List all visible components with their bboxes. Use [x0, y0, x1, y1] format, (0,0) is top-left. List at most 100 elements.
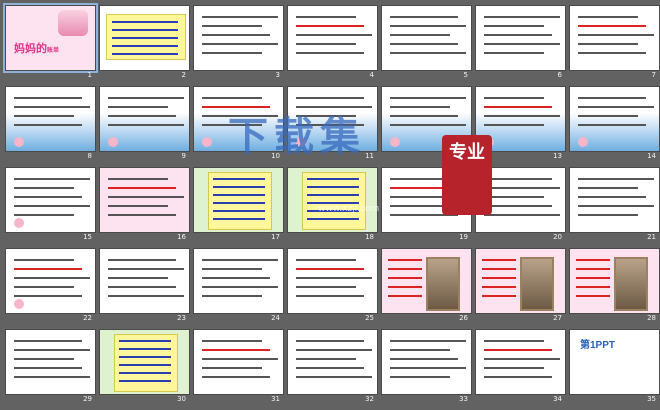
slide-thumbnail-9[interactable]: 9 — [98, 84, 192, 165]
slide-thumbnail-24[interactable]: 24 — [192, 246, 286, 327]
text-line — [484, 205, 552, 207]
flower-decoration — [108, 137, 118, 147]
text-line — [108, 124, 184, 126]
text-line — [307, 178, 359, 180]
slide-thumbnail-8[interactable]: 8 — [4, 84, 98, 165]
slide-preview[interactable] — [287, 167, 378, 233]
slide-preview[interactable] — [287, 248, 378, 314]
text-line — [108, 196, 184, 198]
slide-preview[interactable] — [193, 248, 284, 314]
slide-thumbnail-3[interactable]: 3 — [192, 3, 286, 84]
text-line — [14, 259, 74, 261]
slide-thumbnail-2[interactable]: 2 — [98, 3, 192, 84]
text-line — [202, 277, 270, 279]
slide-thumbnail-26[interactable]: 26 — [380, 246, 474, 327]
text-line — [112, 29, 178, 31]
text-line — [484, 358, 560, 360]
slide-number: 8 — [87, 152, 92, 160]
slide-preview[interactable] — [193, 329, 284, 395]
slide-preview[interactable] — [5, 329, 96, 395]
text-line — [14, 340, 82, 342]
text-line — [578, 178, 654, 180]
text-line — [390, 43, 458, 45]
slide-preview[interactable] — [99, 248, 190, 314]
slide-preview[interactable] — [193, 167, 284, 233]
slide-thumbnail-5[interactable]: 5 — [380, 3, 474, 84]
slide-thumbnail-22[interactable]: 22 — [4, 246, 98, 327]
slide-thumbnail-4[interactable]: 4 — [286, 3, 380, 84]
slide-preview[interactable] — [569, 248, 660, 314]
slide-preview[interactable] — [99, 329, 190, 395]
text-line — [578, 25, 646, 27]
slide-preview[interactable] — [99, 86, 190, 152]
slide-preview[interactable] — [5, 167, 96, 233]
text-line — [578, 187, 638, 189]
slide-thumbnail-34[interactable]: 34 — [474, 327, 568, 408]
slide-thumbnail-23[interactable]: 23 — [98, 246, 192, 327]
slide-preview[interactable] — [287, 329, 378, 395]
slide-preview[interactable]: 第1PPT — [569, 329, 660, 395]
slide-thumbnail-28[interactable]: 28 — [568, 246, 660, 327]
slide-thumbnail-1[interactable]: 妈妈的账单 1 — [3, 3, 98, 84]
slide-thumbnail-33[interactable]: 33 — [380, 327, 474, 408]
slide-number: 2 — [181, 71, 186, 79]
slide-number: 7 — [651, 71, 656, 79]
slide-thumbnail-35[interactable]: 第1PPT 35 — [568, 327, 660, 408]
slide-thumbnail-6[interactable]: 6 — [474, 3, 568, 84]
slide-thumbnail-30[interactable]: 30 — [98, 327, 192, 408]
slide-preview[interactable] — [475, 248, 566, 314]
slide-thumbnail-29[interactable]: 29 — [4, 327, 98, 408]
slide-number: 31 — [271, 395, 280, 403]
text-line — [296, 97, 364, 99]
yellow-textbox — [208, 172, 272, 230]
watermark-seal-text: 专业 — [449, 142, 485, 163]
text-line — [213, 178, 265, 180]
text-line — [576, 259, 610, 261]
slide-preview[interactable] — [287, 5, 378, 71]
slide-number: 16 — [177, 233, 186, 241]
text-line — [388, 286, 422, 288]
text-line — [484, 178, 552, 180]
text-line — [14, 178, 90, 180]
text-line — [296, 367, 364, 369]
slide-thumbnail-17[interactable]: 17 — [192, 165, 286, 246]
slide-preview[interactable] — [5, 248, 96, 314]
slide-number: 27 — [553, 314, 562, 322]
text-line — [108, 187, 176, 189]
text-line — [390, 34, 450, 36]
slide-thumbnail-15[interactable]: 15 — [4, 165, 98, 246]
slide-thumbnail-25[interactable]: 25 — [286, 246, 380, 327]
text-line — [484, 16, 560, 18]
slide-thumbnail-16[interactable]: 16 — [98, 165, 192, 246]
slide-thumbnail-32[interactable]: 32 — [286, 327, 380, 408]
slide-preview[interactable] — [569, 167, 660, 233]
text-line — [578, 115, 638, 117]
text-line — [296, 52, 364, 54]
slide-preview[interactable] — [381, 5, 472, 71]
slide-number: 5 — [463, 71, 468, 79]
text-line — [484, 124, 544, 126]
text-line — [578, 196, 646, 198]
slide-preview[interactable] — [381, 248, 472, 314]
slide-preview[interactable] — [193, 5, 284, 71]
text-line — [119, 340, 171, 342]
slide-preview[interactable] — [475, 5, 566, 71]
slide-preview[interactable] — [569, 86, 660, 152]
text-line — [578, 214, 638, 216]
slide-preview[interactable] — [381, 329, 472, 395]
text-line — [108, 214, 176, 216]
text-line — [390, 358, 458, 360]
slide-preview[interactable]: 妈妈的账单 — [3, 3, 98, 73]
slide-preview[interactable] — [99, 5, 190, 71]
slide-preview[interactable] — [569, 5, 660, 71]
slide-thumbnail-7[interactable]: 7 — [568, 3, 660, 84]
slide-preview[interactable] — [5, 86, 96, 152]
text-line — [578, 52, 646, 54]
slide-thumbnail-27[interactable]: 27 — [474, 246, 568, 327]
slide-preview[interactable] — [475, 329, 566, 395]
slide-thumbnail-31[interactable]: 31 — [192, 327, 286, 408]
slide-preview[interactable] — [99, 167, 190, 233]
text-line — [296, 16, 356, 18]
slide-thumbnail-14[interactable]: 14 — [568, 84, 660, 165]
slide-thumbnail-21[interactable]: 21 — [568, 165, 660, 246]
